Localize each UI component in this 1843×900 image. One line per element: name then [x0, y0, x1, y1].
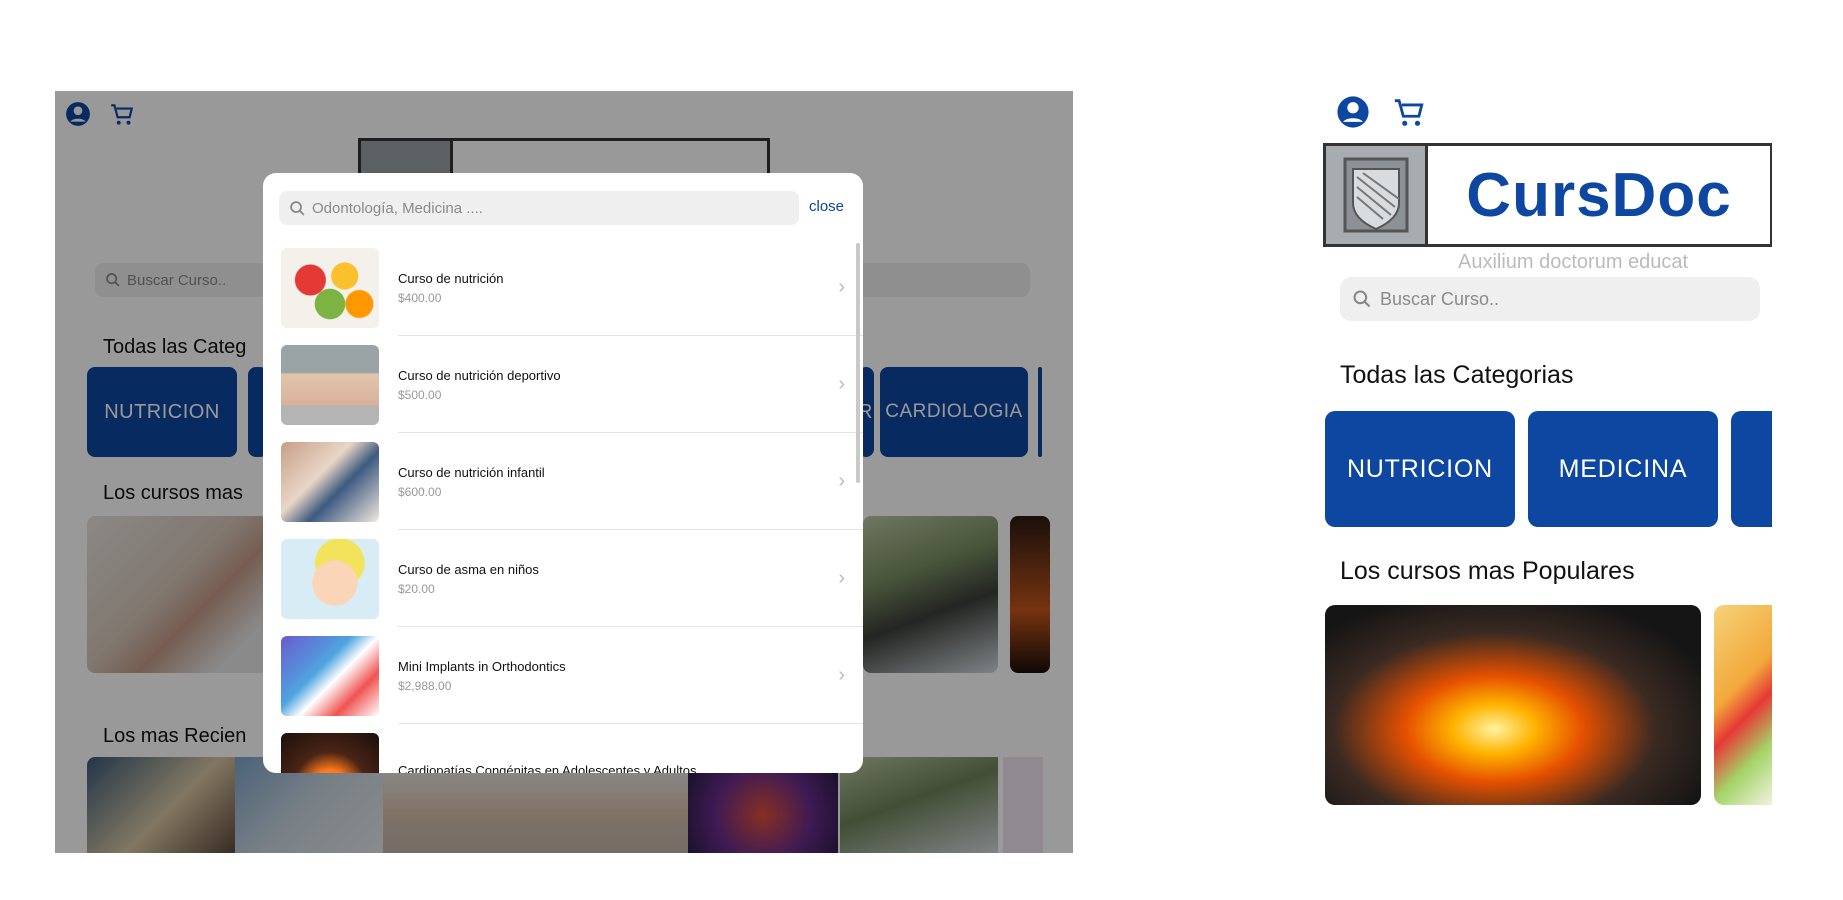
category-partial[interactable]	[1731, 411, 1772, 527]
phone-header	[1336, 95, 1426, 129]
modal-search-placeholder: Odontología, Medicina ....	[312, 199, 483, 217]
list-item[interactable]: Curso de nutrición $400.00 ›	[263, 239, 863, 336]
course-title: Curso de nutrición deportivo	[398, 367, 561, 383]
course-thumbnail	[281, 538, 379, 619]
scrollbar[interactable]	[856, 243, 860, 483]
category-nutricion[interactable]: NUTRICION	[1325, 411, 1515, 527]
course-thumbnail	[281, 344, 379, 425]
search-input[interactable]: Buscar Curso..	[1340, 277, 1760, 321]
search-icon	[290, 200, 305, 216]
course-price: $20.00	[398, 581, 435, 596]
course-thumbnail	[281, 441, 379, 522]
list-item[interactable]: Mini Implants in Orthodontics $2,988.00 …	[263, 627, 863, 724]
chevron-right-icon: ›	[838, 664, 845, 686]
chevron-right-icon: ›	[838, 567, 845, 589]
list-item[interactable]: Curso de nutrición deportivo $500.00 ›	[263, 336, 863, 433]
course-title: Curso de nutrición	[398, 270, 504, 286]
list-item[interactable]: Curso de asma en niños $20.00 ›	[263, 530, 863, 627]
chevron-right-icon: ›	[838, 276, 845, 298]
list-item[interactable]: Curso de nutrición infantil $600.00 ›	[263, 433, 863, 530]
course-title: Cardiopatías Congénitas en Adolescentes …	[398, 762, 697, 774]
cart-icon[interactable]	[1392, 95, 1426, 129]
course-price: $2,988.00	[398, 678, 452, 693]
search-icon	[1353, 290, 1371, 308]
course-title: Curso de nutrición infantil	[398, 464, 545, 480]
shield-logo-icon	[1326, 146, 1428, 244]
course-title: Curso de asma en niños	[398, 561, 539, 577]
modal-search-input[interactable]: Odontología, Medicina ....	[279, 191, 799, 225]
chevron-right-icon: ›	[838, 373, 845, 395]
course-thumbnail	[281, 247, 379, 328]
search-placeholder: Buscar Curso..	[1380, 288, 1500, 309]
search-modal: Odontología, Medicina .... close Curso d…	[263, 173, 863, 773]
course-price: $600.00	[398, 484, 442, 499]
brand-logo: CursDoc	[1323, 143, 1772, 247]
user-circle-icon[interactable]	[1336, 95, 1370, 129]
popular-title: Los cursos mas Populares	[1340, 557, 1635, 585]
screenshot-stage: Buscar Curso.. Todas las Categ NUTRICION…	[0, 0, 1843, 900]
tablet-screen: Buscar Curso.. Todas las Categ NUTRICION…	[55, 91, 1073, 853]
category-medicina[interactable]: MEDICINA	[1528, 411, 1718, 527]
search-results-list: Curso de nutrición $400.00 › Curso de nu…	[263, 239, 863, 773]
phone-screen: CursDoc Auxilium doctorum educat Buscar …	[1320, 91, 1772, 851]
categories-title: Todas las Categorias	[1340, 361, 1574, 389]
course-price: $500.00	[398, 387, 442, 402]
popular-course-image[interactable]	[1714, 605, 1772, 805]
brand-motto: Auxilium doctorum educat	[1458, 251, 1689, 273]
popular-course-image[interactable]	[1325, 605, 1701, 805]
brand-name: CursDoc	[1466, 160, 1732, 230]
course-price: $400.00	[398, 290, 442, 305]
chevron-right-icon: ›	[838, 470, 845, 492]
course-title: Mini Implants in Orthodontics	[398, 658, 566, 674]
course-thumbnail	[281, 732, 379, 773]
list-item[interactable]: Cardiopatías Congénitas en Adolescentes …	[263, 724, 863, 773]
close-button[interactable]: close	[809, 198, 844, 215]
course-thumbnail	[281, 635, 379, 716]
